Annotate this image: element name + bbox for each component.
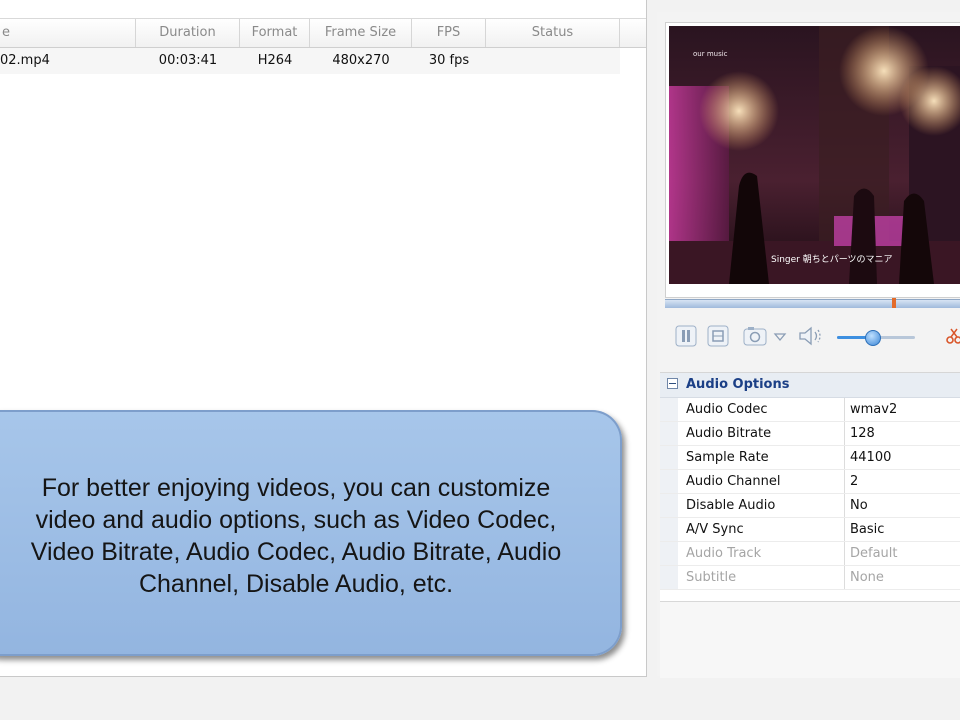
option-value[interactable]: 2 xyxy=(850,470,858,493)
option-value[interactable]: wmav2 xyxy=(850,398,897,421)
file-list-header: e Duration Format Frame Size FPS Status xyxy=(0,18,646,48)
row-gutter xyxy=(660,542,678,565)
option-row-subtitle: Subtitle None xyxy=(660,566,960,590)
column-divider xyxy=(844,422,845,445)
callout-line: Video Bitrate, Audio Codec, Audio Bitrat… xyxy=(30,538,562,566)
column-header-filler xyxy=(620,19,646,47)
column-header-status[interactable]: Status xyxy=(486,19,620,47)
callout-text: For better enjoying videos, you can cust… xyxy=(0,472,612,600)
option-value[interactable]: 128 xyxy=(850,422,875,445)
frame-size-cell: 480x270 xyxy=(332,53,390,68)
option-description-area xyxy=(660,601,960,678)
column-divider xyxy=(844,446,845,469)
seek-handle[interactable] xyxy=(892,298,896,308)
option-name: Audio Channel xyxy=(686,474,781,489)
audio-options-title: Audio Options xyxy=(686,377,790,392)
column-header-frame-size[interactable]: Frame Size xyxy=(310,19,412,47)
option-name: Subtitle xyxy=(686,570,737,585)
option-value: Default xyxy=(850,546,898,561)
callout-line: video and audio options, such as Video C… xyxy=(35,506,557,534)
column-divider xyxy=(844,398,845,421)
column-header-name[interactable]: e xyxy=(0,19,136,47)
option-row-sample-rate[interactable]: Sample Rate 44100 xyxy=(660,446,960,470)
row-gutter xyxy=(660,470,678,493)
pause-icon[interactable] xyxy=(675,325,697,347)
column-divider xyxy=(844,494,845,517)
fps-cell: 30 fps xyxy=(428,53,470,68)
row-gutter xyxy=(660,398,678,421)
file-name-cell: 02.mp4 xyxy=(0,53,50,68)
stop-icon[interactable] xyxy=(707,325,729,347)
column-divider xyxy=(844,566,845,589)
column-divider xyxy=(844,518,845,541)
duration-cell: 00:03:41 xyxy=(158,53,218,68)
snapshot-icon[interactable] xyxy=(743,325,769,346)
audio-options-panel: Audio Options Audio Codec wmav2 Audio Bi… xyxy=(660,372,960,678)
volume-slider-knob[interactable] xyxy=(865,330,881,346)
option-row-audio-bitrate[interactable]: Audio Bitrate 128 xyxy=(660,422,960,446)
option-row-audio-codec[interactable]: Audio Codec wmav2 xyxy=(660,398,960,422)
volume-slider[interactable] xyxy=(837,330,915,346)
option-name: Audio Bitrate xyxy=(686,426,772,441)
row-gutter xyxy=(660,494,678,517)
status-cell xyxy=(486,48,620,74)
column-header-fps[interactable]: FPS xyxy=(412,19,486,47)
format-cell: H264 xyxy=(257,53,293,68)
column-header-duration[interactable]: Duration xyxy=(136,19,240,47)
tutorial-callout: For better enjoying videos, you can cust… xyxy=(0,410,622,656)
option-name: Audio Codec xyxy=(686,402,768,417)
row-gutter xyxy=(660,566,678,589)
video-preview-frame: our music Singer 朝ちとパーツのマニア xyxy=(665,22,960,298)
option-name: Sample Rate xyxy=(686,450,769,465)
option-value: None xyxy=(850,570,884,585)
option-value[interactable]: No xyxy=(850,494,868,517)
option-value[interactable]: 44100 xyxy=(850,446,891,469)
option-row-audio-track: Audio Track Default xyxy=(660,542,960,566)
column-divider xyxy=(844,470,845,493)
row-gutter xyxy=(660,518,678,541)
option-name: A/V Sync xyxy=(686,522,744,537)
video-frame-image: our music Singer 朝ちとパーツのマニア xyxy=(669,26,960,284)
volume-icon[interactable] xyxy=(797,325,825,346)
option-row-av-sync[interactable]: A/V Sync Basic xyxy=(660,518,960,542)
row-gutter xyxy=(660,446,678,469)
option-name: Disable Audio xyxy=(686,498,776,513)
cut-icon[interactable] xyxy=(945,325,960,345)
video-overlay-top: our music xyxy=(693,50,728,58)
collapse-icon[interactable] xyxy=(667,378,678,389)
option-name: Audio Track xyxy=(686,546,762,561)
video-subtitle-overlay: Singer 朝ちとパーツのマニア xyxy=(771,254,893,265)
callout-line: Channel, Disable Audio, etc. xyxy=(138,570,454,598)
video-preview[interactable]: our music Singer 朝ちとパーツのマニア xyxy=(669,26,960,284)
playback-controls xyxy=(665,311,960,357)
callout-line: For better enjoying videos, you can cust… xyxy=(41,474,551,502)
seek-bar[interactable] xyxy=(665,298,960,308)
dropdown-arrow-icon[interactable] xyxy=(773,325,787,345)
audio-options-header[interactable]: Audio Options xyxy=(660,373,960,398)
table-row[interactable]: 02.mp4 00:03:41 H264 480x270 30 fps xyxy=(0,48,620,74)
column-divider xyxy=(844,542,845,565)
option-value[interactable]: Basic xyxy=(850,518,884,541)
option-row-disable-audio[interactable]: Disable Audio No xyxy=(660,494,960,518)
file-list-panel: e Duration Format Frame Size FPS Status … xyxy=(0,0,647,677)
option-row-audio-channel[interactable]: Audio Channel 2 xyxy=(660,470,960,494)
row-gutter xyxy=(660,422,678,445)
column-header-format[interactable]: Format xyxy=(240,19,310,47)
